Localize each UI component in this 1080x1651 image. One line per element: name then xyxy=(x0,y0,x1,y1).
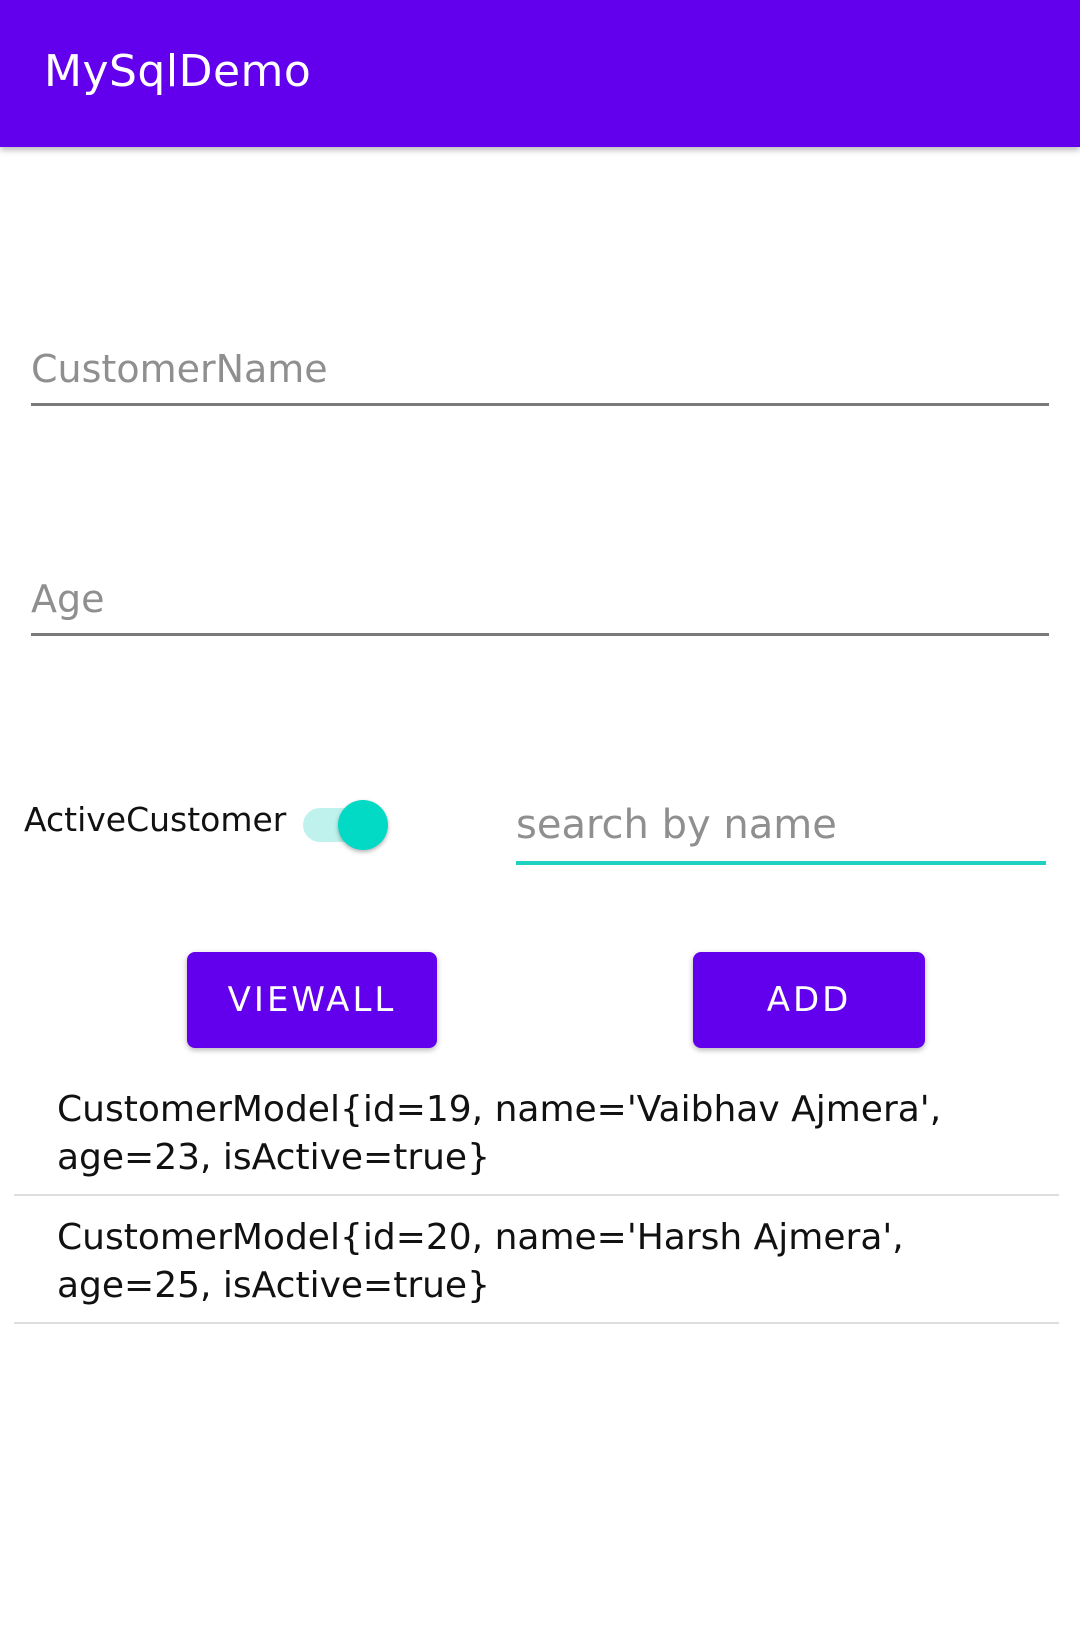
customer-name-input[interactable] xyxy=(31,334,1049,406)
app-bar: MySqlDemo xyxy=(0,0,1080,147)
active-customer-switch[interactable] xyxy=(303,800,388,850)
view-all-button[interactable]: VIEWALL xyxy=(187,952,437,1048)
active-customer-label: ActiveCustomer xyxy=(24,800,287,839)
app-title: MySqlDemo xyxy=(44,46,312,97)
list-item[interactable]: CustomerModel{id=20, name='Harsh Ajmera'… xyxy=(14,1196,1059,1324)
age-input[interactable] xyxy=(31,564,1049,636)
customer-list: CustomerModel{id=19, name='Vaibhav Ajmer… xyxy=(14,1068,1059,1324)
add-button[interactable]: ADD xyxy=(693,952,925,1048)
search-input[interactable] xyxy=(516,788,1046,865)
list-item[interactable]: CustomerModel{id=19, name='Vaibhav Ajmer… xyxy=(14,1068,1059,1196)
switch-thumb xyxy=(338,800,388,850)
